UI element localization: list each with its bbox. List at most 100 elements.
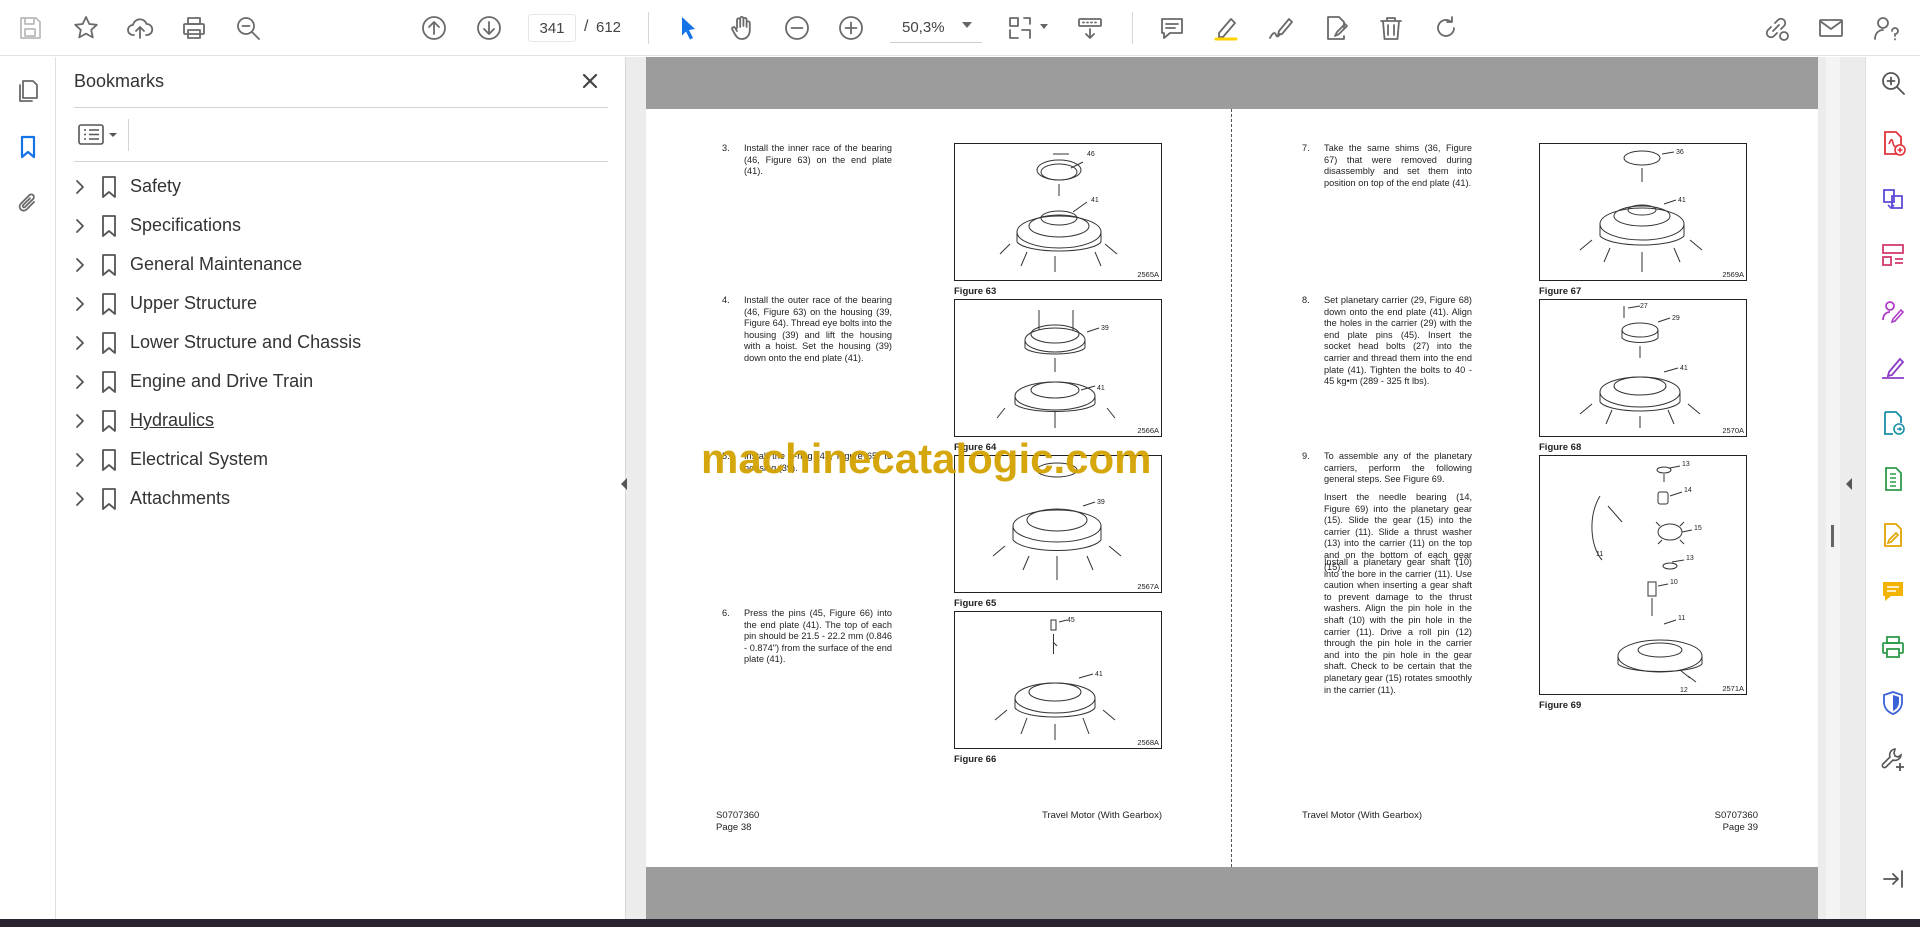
- step-4: 4. Install the outer race of the bearing …: [722, 295, 892, 363]
- expand-panel-icon[interactable]: [1877, 863, 1909, 895]
- bookmark-item[interactable]: Lower Structure and Chassis: [70, 327, 610, 359]
- part-label: 11: [1678, 615, 1685, 622]
- step-8: 8. Set planetary carrier (29, Figure 68) …: [1302, 295, 1472, 387]
- comment-tool-icon[interactable]: [1877, 575, 1909, 607]
- draw-signature-icon[interactable]: [1263, 10, 1299, 46]
- edit-document-icon[interactable]: [1318, 10, 1354, 46]
- delete-trash-icon[interactable]: [1373, 10, 1409, 46]
- chevron-down-icon[interactable]: [1040, 24, 1048, 29]
- step-9-paragraph-2: Install a planetary gear shaft (10) into…: [1324, 557, 1472, 695]
- bookmark-icon: [102, 332, 116, 354]
- left-navigation-rail: [0, 57, 56, 919]
- create-pdf-icon[interactable]: [1877, 127, 1909, 159]
- rotate-icon[interactable]: [1428, 10, 1464, 46]
- collapse-left-panel-icon[interactable]: [619, 477, 629, 491]
- bookmark-item[interactable]: Upper Structure: [70, 288, 610, 320]
- page-number-input[interactable]: [528, 14, 576, 42]
- compress-pdf-icon[interactable]: [1877, 463, 1909, 495]
- page-fit-icon[interactable]: [1002, 10, 1038, 46]
- next-page-icon[interactable]: [471, 10, 507, 46]
- zoom-search-icon[interactable]: [230, 10, 266, 46]
- highlight-pen-icon[interactable]: [1208, 10, 1244, 46]
- chevron-down-icon[interactable]: [962, 22, 972, 28]
- account-help-icon[interactable]: [1868, 10, 1904, 46]
- toolbar-divider: [648, 12, 649, 44]
- chevron-right-icon[interactable]: [72, 257, 88, 273]
- email-icon[interactable]: [1813, 10, 1849, 46]
- bookmark-icon: [102, 293, 116, 315]
- protect-shield-icon[interactable]: [1877, 687, 1909, 719]
- part-label: 39: [1101, 325, 1109, 332]
- pdf-viewer-window: / 612 50,3% Bookmarks Safe: [0, 0, 1920, 927]
- combine-files-icon[interactable]: [1877, 183, 1909, 215]
- zoom-level-select[interactable]: 50,3%: [890, 13, 982, 43]
- zoom-in-icon[interactable]: [833, 10, 869, 46]
- more-tools-icon[interactable]: [1877, 743, 1909, 775]
- page-thumbnails-icon[interactable]: [10, 73, 46, 109]
- figure-caption: Figure 69: [1539, 700, 1582, 711]
- select-cursor-icon[interactable]: [670, 10, 706, 46]
- scroll-mode-icon[interactable]: [1072, 10, 1108, 46]
- figure-63: 46 41 2565A: [954, 143, 1162, 281]
- edit-pdf-icon[interactable]: [1877, 519, 1909, 551]
- bookmark-options-button[interactable]: [76, 120, 124, 150]
- bookmarks-panel-icon[interactable]: [10, 129, 46, 165]
- zoom-out-icon[interactable]: [779, 10, 815, 46]
- bookmark-item[interactable]: Hydraulics: [70, 405, 610, 437]
- watermark: machinecatalogic.com: [701, 435, 1152, 482]
- bookmark-icon: [102, 410, 116, 432]
- fill-and-sign-icon[interactable]: [1877, 351, 1909, 383]
- bookmark-icon: [102, 254, 116, 276]
- part-label: 45: [1067, 617, 1075, 624]
- part-label: 41: [1095, 671, 1103, 678]
- vertical-scrollbar[interactable]: [1826, 57, 1840, 919]
- bearing-end-plate-drawing: 46 41: [999, 151, 1118, 272]
- pins-end-plate-drawing: 45 41: [994, 617, 1116, 740]
- step-9: 9. To assemble any of the planetary carri…: [1302, 451, 1472, 485]
- chevron-right-icon[interactable]: [72, 218, 88, 234]
- bookmarks-title: Bookmarks: [74, 71, 165, 91]
- chevron-right-icon[interactable]: [72, 491, 88, 507]
- chevron-right-icon[interactable]: [72, 335, 88, 351]
- bookmark-item[interactable]: Attachments: [70, 483, 610, 515]
- chevron-right-icon[interactable]: [72, 296, 88, 312]
- attachments-paperclip-icon[interactable]: [10, 185, 46, 221]
- organize-pages-icon[interactable]: [1877, 239, 1909, 271]
- part-label: 27: [1640, 303, 1648, 310]
- bookmark-item[interactable]: General Maintenance: [70, 249, 610, 281]
- export-pdf-icon[interactable]: [1877, 407, 1909, 439]
- left-footer-doc: S0707360 Page 38: [716, 810, 760, 833]
- request-signatures-icon[interactable]: [1877, 295, 1909, 327]
- part-label: 46: [1087, 151, 1095, 158]
- part-label: 13: [1682, 461, 1690, 468]
- toolbar-divider: [1132, 12, 1133, 44]
- scrollbar-thumb[interactable]: [1831, 525, 1834, 547]
- chevron-right-icon[interactable]: [72, 179, 88, 195]
- star-icon[interactable]: [68, 10, 104, 46]
- bookmark-label: Specifications: [130, 215, 242, 235]
- bookmark-item[interactable]: Engine and Drive Train: [70, 366, 610, 398]
- bookmark-item[interactable]: Electrical System: [70, 444, 610, 476]
- comment-icon[interactable]: [1154, 10, 1190, 46]
- hand-tool-icon[interactable]: [724, 10, 760, 46]
- chevron-right-icon[interactable]: [72, 452, 88, 468]
- bookmark-label: Hydraulics: [130, 410, 215, 430]
- close-icon[interactable]: [576, 67, 604, 95]
- bookmark-label: Upper Structure: [130, 293, 258, 313]
- chevron-right-icon[interactable]: [72, 413, 88, 429]
- save-icon[interactable]: [12, 10, 48, 46]
- chevron-right-icon[interactable]: [72, 374, 88, 390]
- collapse-right-panel-icon[interactable]: [1844, 477, 1854, 491]
- print-icon[interactable]: [176, 10, 212, 46]
- share-link-icon[interactable]: [1758, 10, 1794, 46]
- print-production-icon[interactable]: [1877, 631, 1909, 663]
- part-label: 41: [1680, 365, 1688, 372]
- bookmark-item[interactable]: Specifications: [70, 210, 610, 242]
- previous-page-icon[interactable]: [416, 10, 452, 46]
- bookmark-item[interactable]: Safety: [70, 171, 610, 203]
- figure-66: 45 41 2568A: [954, 611, 1162, 749]
- document-view[interactable]: 3. Install the inner race of the bearing …: [621, 57, 1865, 919]
- upload-cloud-icon[interactable]: [122, 10, 158, 46]
- figure-code: 2568A: [1137, 738, 1159, 747]
- zoom-search-icon[interactable]: [1877, 67, 1909, 99]
